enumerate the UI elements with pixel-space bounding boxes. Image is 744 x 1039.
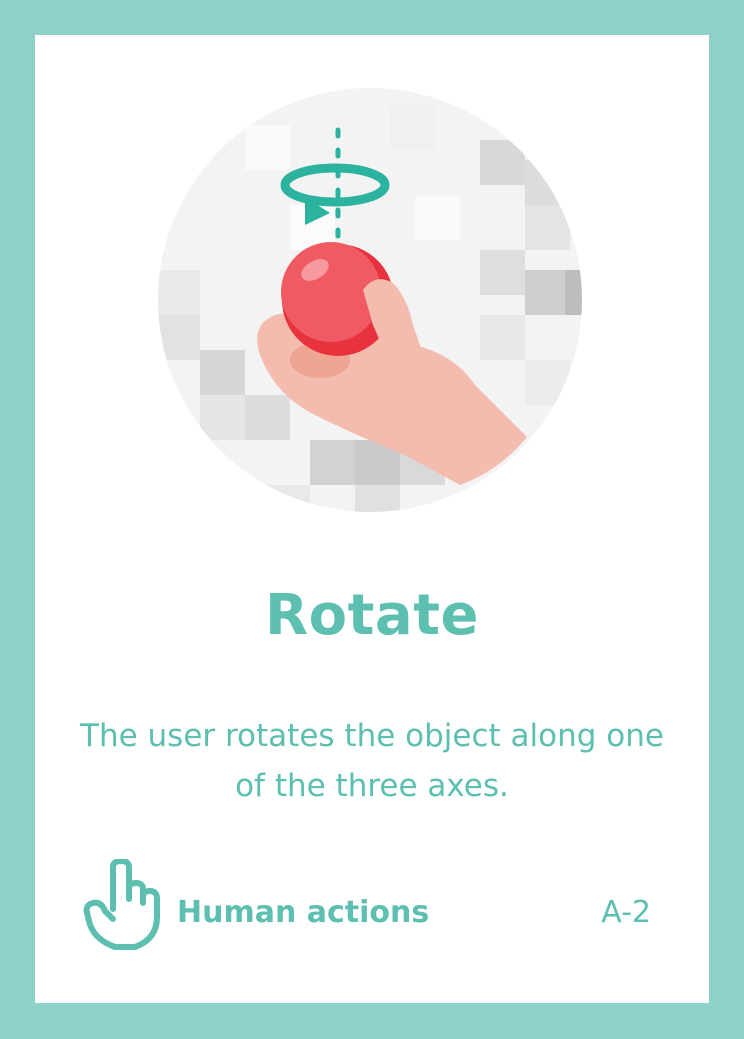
category-label: Human actions [177, 895, 430, 930]
card-code: A-2 [601, 895, 651, 930]
card-footer: Human actions A-2 [35, 857, 709, 957]
card-description: The user rotates the object along one of… [80, 718, 664, 804]
card-title: Rotate [265, 583, 479, 648]
rotate-illustration [158, 88, 582, 512]
action-card: Rotate The user rotates the object along… [35, 35, 709, 1003]
pointing-hand-icon [83, 859, 160, 950]
